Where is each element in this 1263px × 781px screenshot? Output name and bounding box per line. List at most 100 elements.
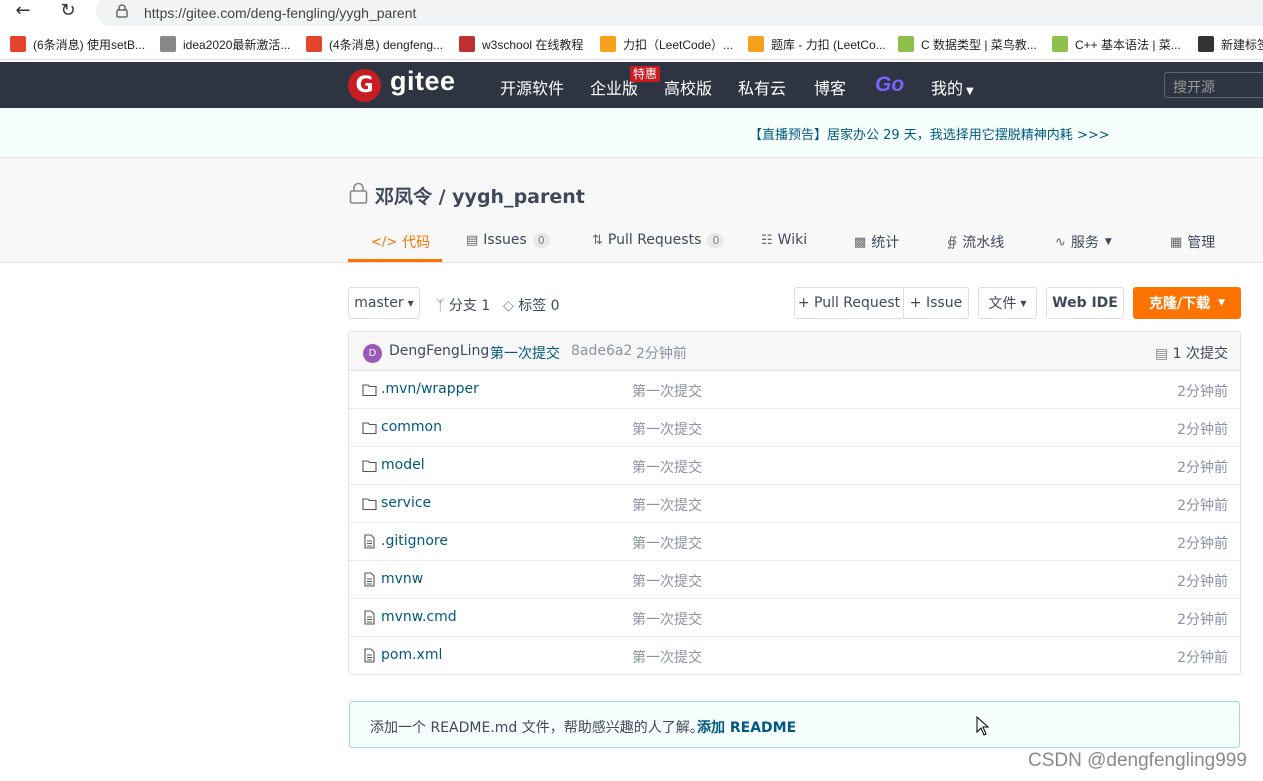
file-name-link[interactable]: mvnw.cmd	[381, 609, 457, 625]
banner-link[interactable]: 【直播预告】居家办公 29 天，我选择用它摆脱精神内耗 >>>	[749, 124, 1110, 143]
address-bar[interactable]: https://gitee.com/deng-fengling/yygh_par…	[96, 0, 1263, 26]
pulls-count-badge: 0	[707, 232, 725, 248]
tab-pipeline-label: 流水线	[962, 235, 1005, 251]
caret-down-icon: ▼	[1020, 298, 1027, 308]
folder-icon	[362, 498, 377, 511]
new-issue-button[interactable]: + Issue	[903, 287, 969, 319]
file-updated-time: 2分钟前	[1177, 384, 1228, 400]
folder-icon	[362, 460, 377, 473]
tab-pull-requests[interactable]: ⇅ Pull Requests 0	[592, 232, 725, 248]
bookmarks-bar: (6条消息) 使用setB... idea2020最新激活... (4条消息) de…	[0, 28, 1263, 60]
tab-issues[interactable]: ▤ Issues 0	[466, 232, 550, 248]
repo-header: 邓凤令 / yygh_parent </> 代码 ▤ Issues 0 ⇅ Pull R…	[0, 158, 1263, 263]
folder-icon	[362, 384, 377, 397]
special-offer-badge: 特惠	[630, 66, 661, 82]
file-commit-message[interactable]: 第一次提交	[632, 381, 702, 401]
file-commit-message[interactable]: 第一次提交	[632, 533, 702, 553]
table-row[interactable]: pom.xml 第一次提交 2分钟前	[349, 637, 1240, 675]
table-row[interactable]: .mvn/wrapper 第一次提交 2分钟前	[349, 371, 1240, 409]
private-lock-icon	[349, 182, 368, 204]
wiki-book-icon: ☷	[761, 232, 773, 248]
bookmark-item[interactable]: C++ 基本语法 | 菜...	[1052, 34, 1181, 54]
table-row[interactable]: .gitignore 第一次提交 2分钟前	[349, 523, 1240, 561]
bookmark-item[interactable]: 新建标签	[1198, 34, 1263, 54]
caret-down-icon: ▼	[1218, 298, 1226, 308]
gitee-logo-text[interactable]: gitee	[390, 66, 456, 97]
table-row[interactable]: common 第一次提交 2分钟前	[349, 409, 1240, 447]
bookmark-item[interactable]: (6条消息) 使用setB...	[10, 34, 145, 54]
bookmark-favicon-icon	[160, 36, 176, 52]
nav-education[interactable]: 高校版	[664, 75, 712, 99]
nav-private-cloud[interactable]: 私有云	[738, 75, 786, 99]
caret-down-icon: ▼	[407, 298, 414, 308]
file-name-link[interactable]: .gitignore	[381, 533, 448, 549]
file-name-link[interactable]: .mvn/wrapper	[381, 381, 479, 397]
commit-author[interactable]: DengFengLing	[389, 343, 489, 359]
file-name-link[interactable]: service	[381, 495, 431, 511]
table-row[interactable]: mvnw.cmd 第一次提交 2分钟前	[349, 599, 1240, 637]
file-name-link[interactable]: model	[381, 457, 425, 473]
new-pull-request-button[interactable]: + Pull Request	[794, 287, 904, 319]
file-updated-time: 2分钟前	[1177, 498, 1228, 514]
file-icon	[364, 610, 375, 625]
repo-title[interactable]: 邓凤令 / yygh_parent	[375, 182, 585, 209]
pull-request-icon: ⇅	[592, 232, 603, 248]
file-list: D DengFengLing 第一次提交 8ade6a2 2分钟前 ▤ 1 次提…	[348, 331, 1241, 675]
gitee-logo-icon[interactable]: G	[348, 69, 381, 102]
bookmark-label: (4条消息) dengfeng...	[329, 37, 444, 52]
reload-icon[interactable]: ↻	[54, 0, 82, 24]
web-ide-button[interactable]: Web IDE	[1046, 287, 1124, 319]
file-commit-message[interactable]: 第一次提交	[632, 419, 702, 439]
clone-download-button[interactable]: 克隆/下载 ▼	[1133, 287, 1241, 319]
avatar[interactable]: D	[363, 344, 382, 363]
back-arrow-icon[interactable]: ←	[9, 0, 37, 24]
file-commit-message[interactable]: 第一次提交	[632, 609, 702, 629]
bookmark-item[interactable]: C 数据类型 | 菜鸟教...	[898, 34, 1037, 54]
file-menu-button[interactable]: 文件 ▼	[978, 287, 1037, 319]
bookmark-item[interactable]: (4条消息) dengfeng...	[306, 34, 443, 54]
branches-link[interactable]: ᛉ 分支 1	[436, 295, 490, 315]
bookmark-item[interactable]: 力扣（LeetCode）...	[600, 34, 733, 54]
issues-count-badge: 0	[532, 232, 550, 248]
table-row[interactable]: mvnw 第一次提交 2分钟前	[349, 561, 1240, 599]
readme-prompt: 添加一个 README.md 文件，帮助感兴趣的人了解。 添加 README	[349, 701, 1240, 748]
branch-select[interactable]: master ▼	[348, 287, 420, 319]
url-text[interactable]: https://gitee.com/deng-fengling/yygh_par…	[144, 5, 416, 21]
site-header: G gitee 开源软件 企业版 特惠 高校版 私有云 博客 Go 我的 ▼ 搜开…	[0, 62, 1263, 108]
file-menu-label: 文件	[988, 296, 1017, 312]
file-commit-message[interactable]: 第一次提交	[632, 647, 702, 667]
file-name-link[interactable]: mvnw	[381, 571, 423, 587]
nav-blog[interactable]: 博客	[814, 75, 846, 99]
file-commit-message[interactable]: 第一次提交	[632, 457, 702, 477]
nav-open-source[interactable]: 开源软件	[500, 75, 564, 99]
tab-pipeline[interactable]: ∯ 流水线	[947, 232, 1004, 252]
clone-download-label: 克隆/下载	[1148, 296, 1211, 312]
tags-link[interactable]: ◇ 标签 0	[503, 295, 560, 315]
commit-message[interactable]: 第一次提交	[490, 343, 560, 363]
tab-manage[interactable]: ▦ 管理	[1170, 232, 1215, 252]
file-commit-message[interactable]: 第一次提交	[632, 571, 702, 591]
file-commit-message[interactable]: 第一次提交	[632, 495, 702, 515]
tab-manage-label: 管理	[1187, 235, 1216, 251]
tab-stats[interactable]: ▩ 统计	[854, 232, 899, 252]
nav-go[interactable]: Go	[875, 73, 904, 97]
table-row[interactable]: service 第一次提交 2分钟前	[349, 485, 1240, 523]
commit-time: 2分钟前	[636, 346, 687, 362]
tab-wiki[interactable]: ☷ Wiki	[761, 232, 807, 248]
bookmark-item[interactable]: w3school 在线教程	[459, 34, 583, 54]
nav-my-label: 我的	[931, 79, 964, 98]
file-name-link[interactable]: pom.xml	[381, 647, 442, 663]
commit-hash[interactable]: 8ade6a2	[571, 343, 632, 359]
header-search-input[interactable]: 搜开源	[1164, 72, 1263, 98]
commit-count-link[interactable]: ▤ 1 次提交	[1155, 343, 1228, 363]
bookmark-item[interactable]: idea2020最新激活...	[160, 34, 290, 54]
add-readme-link[interactable]: 添加 README	[697, 717, 796, 737]
bookmark-favicon-icon	[898, 36, 914, 52]
tab-services[interactable]: ∿ 服务 ▼	[1055, 232, 1112, 252]
bookmark-item[interactable]: 题库 - 力扣 (LeetCo...	[748, 34, 886, 54]
table-row[interactable]: model 第一次提交 2分钟前	[349, 447, 1240, 485]
file-updated-time: 2分钟前	[1177, 650, 1228, 666]
nav-my-menu[interactable]: 我的 ▼	[931, 75, 974, 99]
tab-code[interactable]: </> 代码	[371, 232, 430, 252]
file-name-link[interactable]: common	[381, 419, 442, 435]
